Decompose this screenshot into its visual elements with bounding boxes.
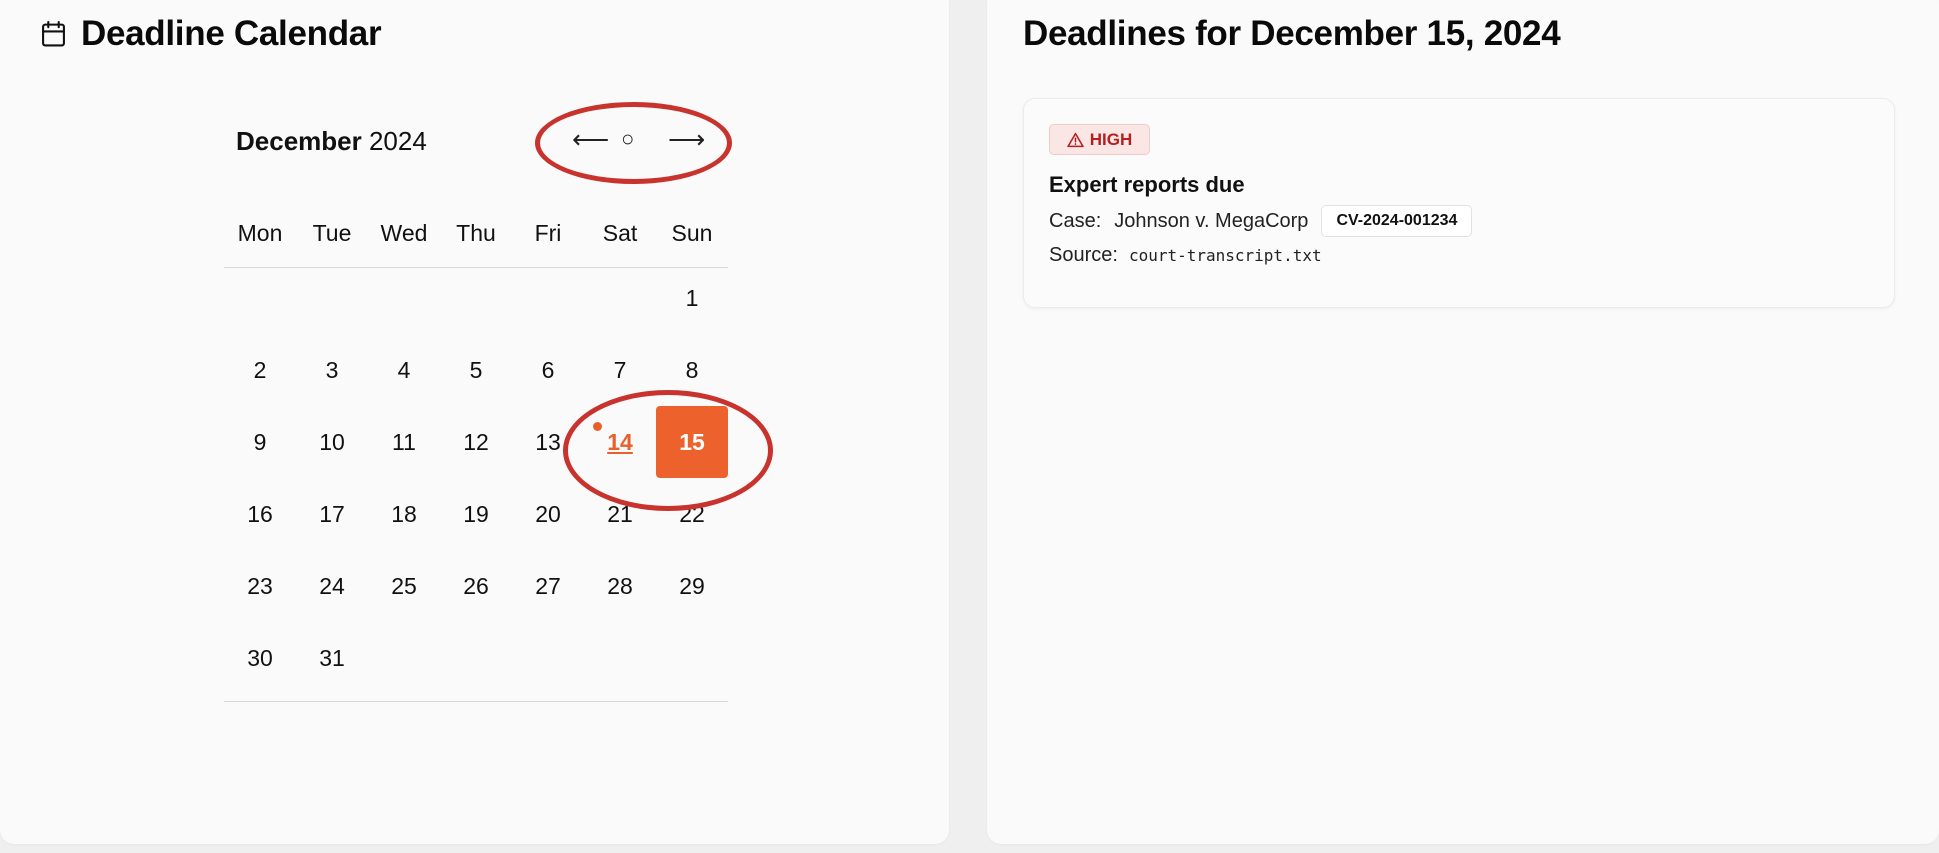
calendar-day-30[interactable]: 30: [224, 622, 296, 694]
calendar-day-3[interactable]: 3: [296, 334, 368, 406]
calendar-day-29[interactable]: 29: [656, 550, 728, 622]
weekday-thu: Thu: [456, 220, 496, 246]
deadline-details-panel: Deadlines for December 15, 2024 HIGH Exp…: [987, 0, 1939, 844]
calendar-day-2[interactable]: 2: [224, 334, 296, 406]
calendar-day-23[interactable]: 23: [224, 550, 296, 622]
calendar-day-24[interactable]: 24: [296, 550, 368, 622]
weekday-fri: Fri: [534, 220, 562, 246]
case-id-badge: CV-2024-001234: [1321, 205, 1473, 237]
calendar-day-31[interactable]: 31: [296, 622, 368, 694]
source-file: court-transcript.txt: [1128, 246, 1322, 265]
calendar-day-21[interactable]: 21: [584, 478, 656, 550]
divider: [224, 267, 728, 268]
deadline-calendar-panel: Deadline Calendar December 2024 ⟵ ○ ⟶ Mo…: [0, 0, 949, 844]
calendar-day-27[interactable]: 27: [512, 550, 584, 622]
source-label: Source:: [1049, 244, 1118, 266]
calendar-day-13[interactable]: 13: [512, 406, 584, 478]
calendar-day-16[interactable]: 16: [224, 478, 296, 550]
weekday-sun: Sun: [671, 220, 713, 246]
calendar-day-11[interactable]: 11: [368, 406, 440, 478]
calendar-day-10[interactable]: 10: [296, 406, 368, 478]
deadline-indicator-dot: [593, 422, 602, 431]
weekday-mon: Mon: [237, 220, 283, 246]
weekday-wed: Wed: [380, 220, 428, 246]
calendar-day-8[interactable]: 8: [656, 334, 728, 406]
calendar-title: Deadline Calendar: [81, 14, 382, 53]
case-row: Case: Johnson v. MegaCorp CV-2024-001234: [1049, 205, 1473, 237]
calendar-icon: [42, 20, 65, 47]
weekday-sat: Sat: [602, 220, 638, 246]
case-label: Case:: [1049, 209, 1102, 232]
calendar-day-15[interactable]: 15: [656, 406, 728, 478]
calendar-day-17[interactable]: 17: [296, 478, 368, 550]
divider: [224, 701, 728, 702]
calendar-day-14[interactable]: 14: [584, 406, 656, 478]
calendar-day-26[interactable]: 26: [440, 550, 512, 622]
month-year-label: December 2024: [236, 126, 427, 157]
calendar-day-20[interactable]: 20: [512, 478, 584, 550]
deadline-card[interactable]: HIGH Expert reports due Case: Johnson v.…: [1023, 98, 1895, 308]
calendar-day-6[interactable]: 6: [512, 334, 584, 406]
next-month-button[interactable]: ⟶: [668, 124, 705, 154]
calendar-day-18[interactable]: 18: [368, 478, 440, 550]
priority-badge: HIGH: [1049, 124, 1150, 155]
deadline-title: Expert reports due: [1049, 172, 1245, 197]
prev-month-button[interactable]: ⟵: [572, 124, 609, 154]
calendar-day-19[interactable]: 19: [440, 478, 512, 550]
calendar-day-5[interactable]: 5: [440, 334, 512, 406]
details-title: Deadlines for December 15, 2024: [1023, 14, 1561, 53]
calendar-day-7[interactable]: 7: [584, 334, 656, 406]
calendar-day-22[interactable]: 22: [656, 478, 728, 550]
month-name: December: [236, 126, 362, 156]
year-label: 2024: [368, 126, 427, 156]
calendar-day-4[interactable]: 4: [368, 334, 440, 406]
case-name: Johnson v. MegaCorp: [1114, 209, 1309, 232]
calendar-day-28[interactable]: 28: [584, 550, 656, 622]
priority-label: HIGH: [1089, 129, 1133, 149]
calendar-day-1[interactable]: 1: [656, 262, 728, 334]
weekday-tue: Tue: [312, 220, 352, 246]
source-row: Source: court-transcript.txt: [1049, 244, 1322, 267]
calendar-day-12[interactable]: 12: [440, 406, 512, 478]
calendar-day-25[interactable]: 25: [368, 550, 440, 622]
calendar-day-9[interactable]: 9: [224, 406, 296, 478]
today-button[interactable]: ○: [621, 124, 634, 154]
warning-triangle-icon: [1067, 132, 1084, 147]
